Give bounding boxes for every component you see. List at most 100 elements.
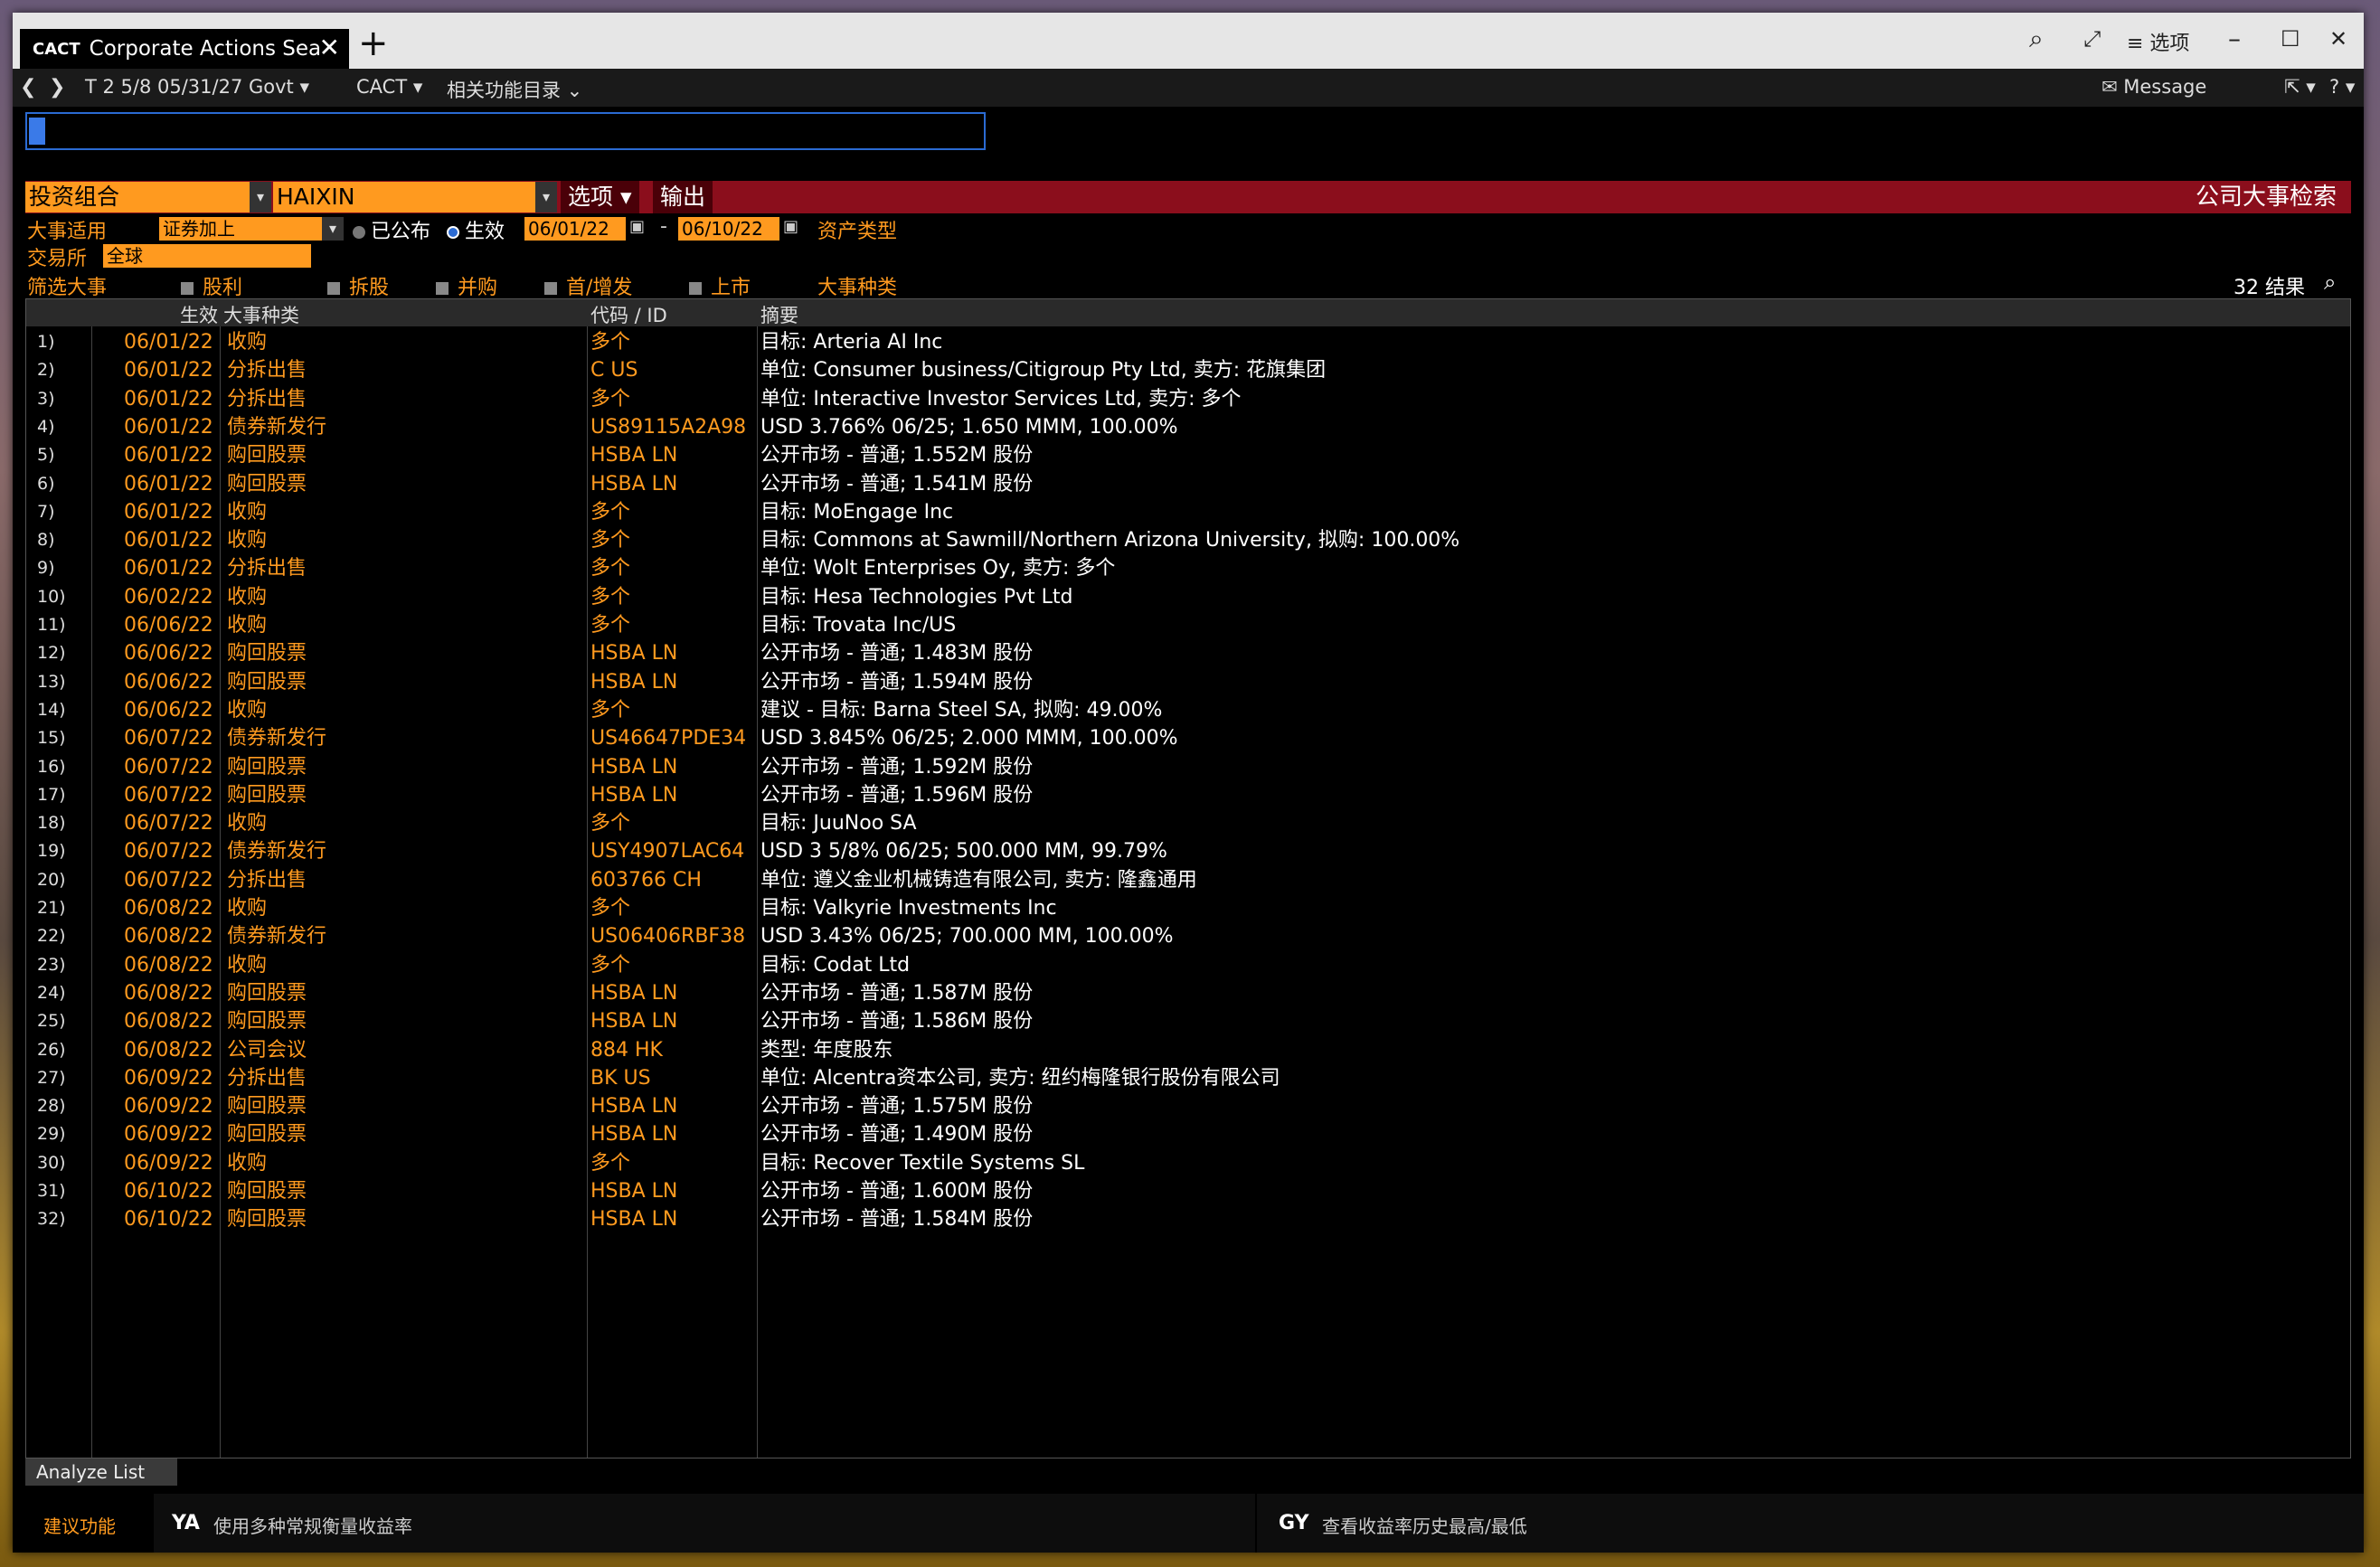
announced-radio[interactable]: 已公布 xyxy=(353,215,430,244)
checkbox-offering[interactable]: 首/增发 xyxy=(544,271,632,300)
checkbox-mna[interactable]: 并购 xyxy=(436,271,497,300)
row-code[interactable]: US06406RBF38 xyxy=(590,922,753,950)
table-row[interactable]: 22) 06/08/22 债券新发行 US06406RBF38 USD 3.43% 06… xyxy=(26,922,2350,950)
table-row[interactable]: 24) 06/08/22 购回股票 HSBA LN 公开市场 - 普通; 1.587M … xyxy=(26,979,2350,1007)
table-row[interactable]: 20) 06/07/22 分拆出售 603766 CH 单位: 遵义金业机械铸造有限公司… xyxy=(26,866,2350,894)
row-code[interactable]: HSBA LN xyxy=(590,1007,753,1035)
suggestion-text-gy[interactable]: 查看收益率历史最高/最低 xyxy=(1322,1512,1527,1538)
row-code[interactable]: HSBA LN xyxy=(590,1177,753,1205)
column-header-date[interactable]: 生效 xyxy=(180,301,218,328)
checkbox-listing[interactable]: 上市 xyxy=(689,271,751,300)
calendar-from-icon[interactable]: ▣ xyxy=(629,217,645,236)
table-row[interactable]: 3) 06/01/22 分拆出售 多个 单位: Interactive Investor… xyxy=(26,385,2350,413)
row-code[interactable]: HSBA LN xyxy=(590,1092,753,1120)
table-row[interactable]: 30) 06/09/22 收购 多个 目标: Recover Textile Syste… xyxy=(26,1149,2350,1177)
tab-cact[interactable]: CACT Corporate Actions Search ✕ xyxy=(20,29,349,69)
table-row[interactable]: 27) 06/09/22 分拆出售 BK US 单位: Alcentra资本公司, 卖方… xyxy=(26,1064,2350,1092)
row-code[interactable]: 多个 xyxy=(590,526,753,554)
table-row[interactable]: 28) 06/09/22 购回股票 HSBA LN 公开市场 - 普通; 1.575M … xyxy=(26,1092,2350,1120)
row-code[interactable]: 多个 xyxy=(590,1149,753,1177)
search-icon[interactable]: ⌕ xyxy=(2029,25,2044,52)
table-row[interactable]: 7) 06/01/22 收购 多个 目标: MoEngage Inc xyxy=(26,498,2350,526)
help-menu[interactable]: ? ▾ xyxy=(2329,76,2355,98)
table-row[interactable]: 19) 06/07/22 债券新发行 USY4907LAC64 USD 3 5/8% 0… xyxy=(26,837,2350,865)
exchange-select[interactable]: 全球 xyxy=(103,244,311,268)
column-header-summary[interactable]: 摘要 xyxy=(760,301,798,328)
suggestion-text-ya[interactable]: 使用多种常规衡量收益率 xyxy=(213,1512,412,1538)
row-code[interactable]: C US xyxy=(590,356,753,384)
row-code[interactable]: 多个 xyxy=(590,951,753,979)
table-row[interactable]: 13) 06/06/22 购回股票 HSBA LN 公开市场 - 普通; 1.594M … xyxy=(26,668,2350,696)
row-code[interactable]: HSBA LN xyxy=(590,639,753,667)
options-button[interactable]: 选项 ▾ xyxy=(561,181,639,213)
table-row[interactable]: 4) 06/01/22 债券新发行 US89115A2A98 USD 3.766% 06… xyxy=(26,413,2350,441)
row-code[interactable]: HSBA LN xyxy=(590,441,753,469)
table-row[interactable]: 9) 06/01/22 分拆出售 多个 单位: Wolt Enterprises Oy,… xyxy=(26,554,2350,582)
row-code[interactable]: 多个 xyxy=(590,554,753,582)
command-input[interactable] xyxy=(25,112,986,150)
suggestion-code-gy[interactable]: GY xyxy=(1279,1512,1309,1534)
search-results-icon[interactable]: ⌕ xyxy=(2324,269,2336,295)
calendar-to-icon[interactable]: ▣ xyxy=(783,217,798,236)
row-code[interactable]: 多个 xyxy=(590,498,753,526)
row-code[interactable]: HSBA LN xyxy=(590,1120,753,1148)
table-row[interactable]: 6) 06/01/22 购回股票 HSBA LN 公开市场 - 普通; 1.541M 股… xyxy=(26,470,2350,498)
export-button[interactable]: 输出 xyxy=(653,181,713,213)
row-code[interactable]: HSBA LN xyxy=(590,1205,753,1233)
table-row[interactable]: 25) 06/08/22 购回股票 HSBA LN 公开市场 - 普通; 1.586M … xyxy=(26,1007,2350,1035)
function-selector[interactable]: CACT ▾ xyxy=(356,76,422,98)
forward-icon[interactable]: ❯ xyxy=(49,76,65,99)
event-applies-dropdown-icon[interactable]: ▾ xyxy=(322,217,344,241)
row-code[interactable]: 多个 xyxy=(590,583,753,611)
row-code[interactable]: USY4907LAC64 xyxy=(590,837,753,865)
row-code[interactable]: 多个 xyxy=(590,696,753,724)
portfolio-label-select[interactable]: 投资组合 xyxy=(25,182,262,212)
row-code[interactable]: HSBA LN xyxy=(590,979,753,1007)
table-row[interactable]: 31) 06/10/22 购回股票 HSBA LN 公开市场 - 普通; 1.600M … xyxy=(26,1177,2350,1205)
fullscreen-icon[interactable]: ⤢ xyxy=(2083,25,2101,52)
row-code[interactable]: 多个 xyxy=(590,894,753,922)
table-row[interactable]: 14) 06/06/22 收购 多个 建议 - 目标: Barna Steel SA, … xyxy=(26,696,2350,724)
column-header-code[interactable]: 代码 / ID xyxy=(590,301,667,328)
table-row[interactable]: 5) 06/01/22 购回股票 HSBA LN 公开市场 - 普通; 1.552M 股… xyxy=(26,441,2350,469)
table-row[interactable]: 15) 06/07/22 债券新发行 US46647PDE34 USD 3.845% 0… xyxy=(26,724,2350,752)
row-code[interactable]: US46647PDE34 xyxy=(590,724,753,752)
share-icon[interactable]: ⇱ ▾ xyxy=(2284,76,2316,98)
table-row[interactable]: 21) 06/08/22 收购 多个 目标: Valkyrie Investments … xyxy=(26,894,2350,922)
row-code[interactable]: US89115A2A98 xyxy=(590,413,753,441)
row-code[interactable]: 884 HK xyxy=(590,1036,753,1064)
table-row[interactable]: 12) 06/06/22 购回股票 HSBA LN 公开市场 - 普通; 1.483M … xyxy=(26,639,2350,667)
row-code[interactable]: HSBA LN xyxy=(590,470,753,498)
related-functions-menu[interactable]: 相关功能目录 ⌄ xyxy=(447,76,582,103)
event-applies-select[interactable]: 证券加上 xyxy=(159,217,322,241)
close-window-icon[interactable]: ✕ xyxy=(2329,25,2347,52)
table-row[interactable]: 11) 06/06/22 收购 多个 目标: Trovata Inc/US xyxy=(26,611,2350,639)
table-row[interactable]: 23) 06/08/22 收购 多个 目标: Codat Ltd xyxy=(26,951,2350,979)
analyze-list-button[interactable]: Analyze List xyxy=(25,1458,177,1486)
row-code[interactable]: BK US xyxy=(590,1064,753,1092)
new-tab-icon[interactable]: + xyxy=(358,25,389,61)
row-code[interactable]: 多个 xyxy=(590,385,753,413)
table-row[interactable]: 1) 06/01/22 收购 多个 目标: Arteria AI Inc xyxy=(26,328,2350,356)
suggestion-code-ya[interactable]: YA xyxy=(172,1512,200,1534)
table-row[interactable]: 16) 06/07/22 购回股票 HSBA LN 公开市场 - 普通; 1.592M … xyxy=(26,753,2350,781)
row-code[interactable]: HSBA LN xyxy=(590,668,753,696)
table-row[interactable]: 2) 06/01/22 分拆出售 C US 单位: Consumer business/… xyxy=(26,356,2350,384)
row-code[interactable]: HSBA LN xyxy=(590,781,753,809)
date-from-field[interactable]: 06/01/22 xyxy=(524,217,626,241)
portfolio-dropdown-icon[interactable]: ▾ xyxy=(535,182,557,212)
row-code[interactable]: HSBA LN xyxy=(590,753,753,781)
message-button[interactable]: ✉ Message xyxy=(2101,76,2206,98)
portfolio-value-select[interactable]: HAIXIN xyxy=(273,182,535,212)
security-selector[interactable]: T 2 5/8 05/31/27 Govt ▾ xyxy=(85,76,309,98)
row-code[interactable]: 多个 xyxy=(590,328,753,356)
back-icon[interactable]: ❮ xyxy=(20,76,36,99)
checkbox-split[interactable]: 拆股 xyxy=(327,271,389,300)
effective-radio[interactable]: 生效 xyxy=(447,215,505,244)
table-row[interactable]: 26) 06/08/22 公司会议 884 HK 类型: 年度股东 xyxy=(26,1036,2350,1064)
minimize-icon[interactable]: – xyxy=(2228,25,2241,52)
table-row[interactable]: 10) 06/02/22 收购 多个 目标: Hesa Technologies Pvt… xyxy=(26,583,2350,611)
event-type-link[interactable]: 大事种类 xyxy=(817,271,897,300)
close-tab-icon[interactable]: ✕ xyxy=(319,33,340,62)
asset-type-link[interactable]: 资产类型 xyxy=(817,215,897,244)
